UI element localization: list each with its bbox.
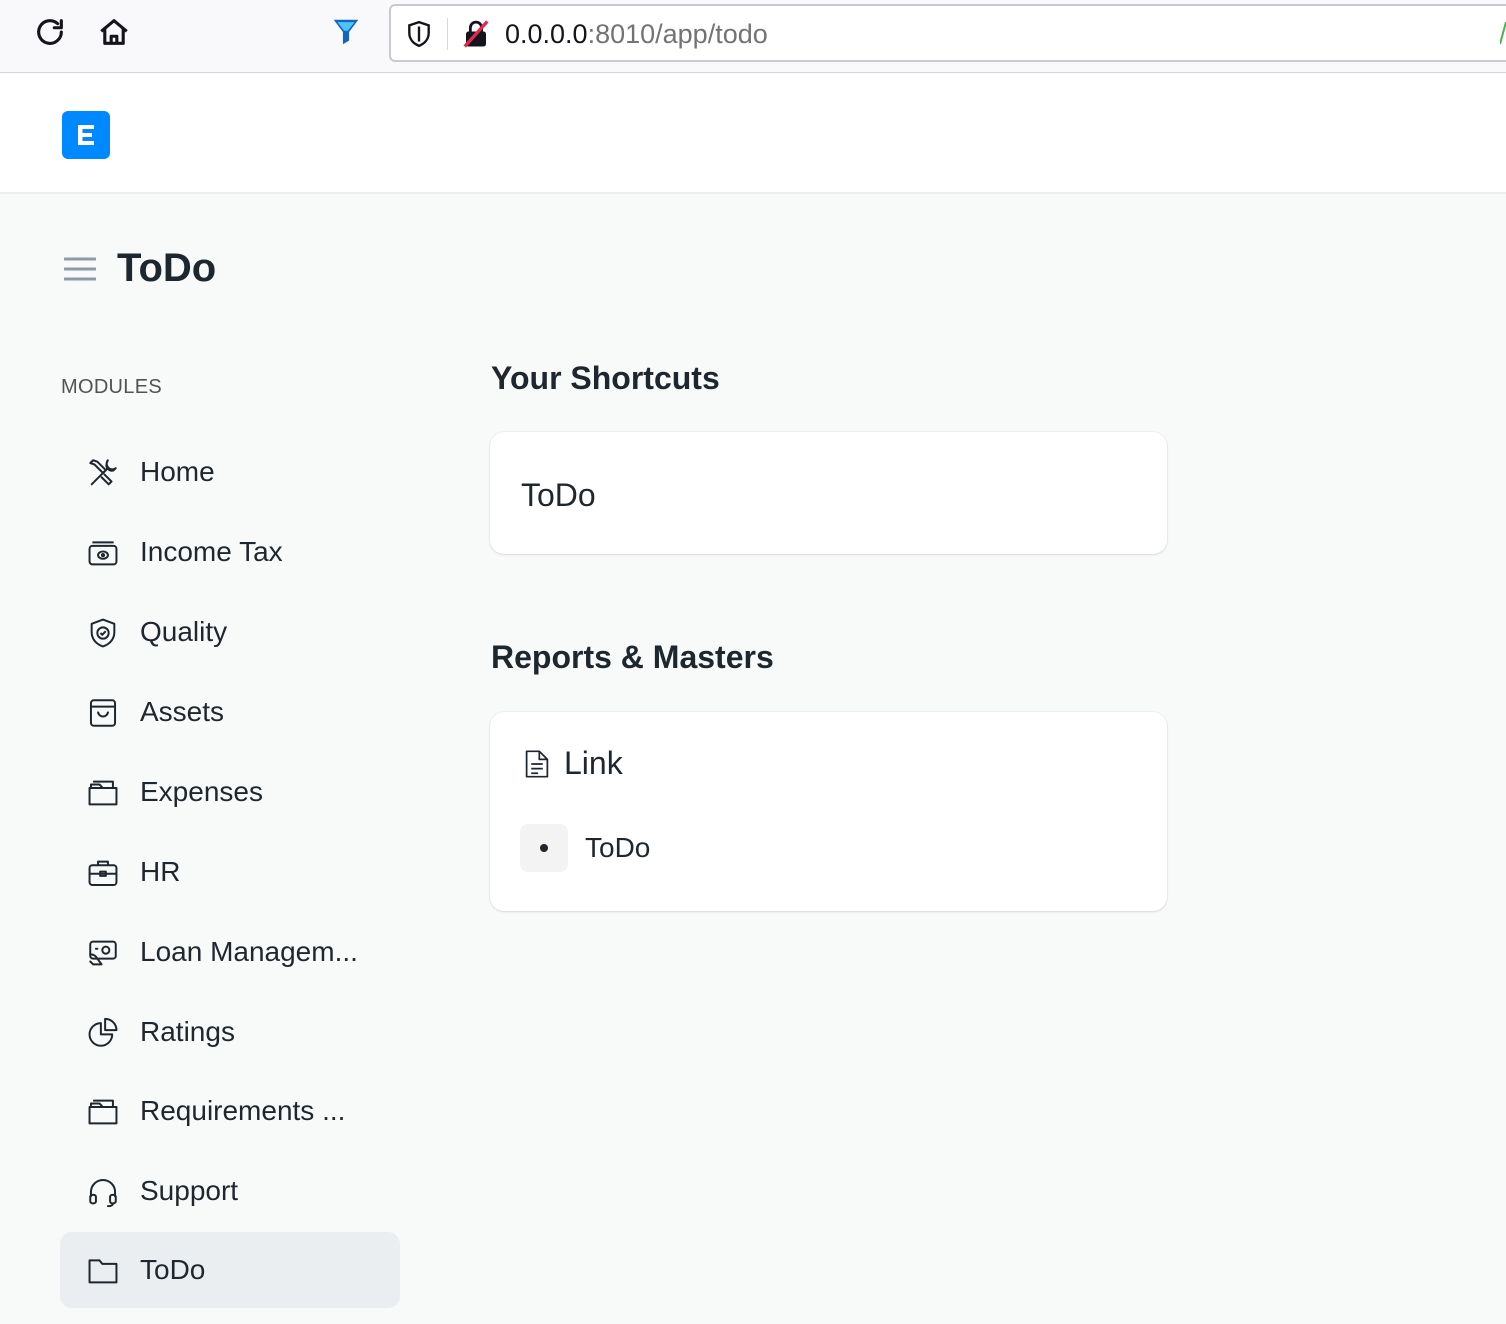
- extension-button[interactable]: [326, 12, 366, 52]
- sidebar-item-quality[interactable]: Quality: [60, 594, 400, 670]
- shortcut-card-todo[interactable]: ToDo: [490, 432, 1167, 554]
- folder-open-icon: [86, 776, 120, 810]
- sidebar-item-label: Requirements ...: [140, 1095, 346, 1126]
- browser-toolbar: 0.0.0.0:8010/app/todo: [0, 0, 1506, 73]
- link-card-title: Link: [564, 745, 623, 781]
- tools-icon: [86, 456, 120, 490]
- hand-money-icon: [86, 936, 120, 970]
- sidebar-item-label: Expenses: [140, 776, 263, 807]
- pie-chart-icon: [86, 1016, 120, 1050]
- shortcuts-section-title: Your Shortcuts: [491, 360, 720, 396]
- sidebar-item-home[interactable]: Home: [60, 434, 400, 510]
- sidebar-toggle-icon[interactable]: [64, 256, 96, 282]
- sidebar-item-expenses[interactable]: Expenses: [60, 754, 400, 830]
- sidebar-item-label: HR: [140, 856, 181, 887]
- app-logo[interactable]: [62, 111, 110, 159]
- sidebar-item-ratings[interactable]: Ratings: [60, 994, 400, 1070]
- bullet-icon: [520, 824, 568, 872]
- app-navbar: [0, 74, 1506, 194]
- sidebar-item-label: Support: [140, 1175, 239, 1206]
- sidebar-item-label: Ratings: [140, 1016, 235, 1047]
- page-title: ToDo: [117, 246, 217, 290]
- reload-icon: [37, 19, 63, 45]
- shield-check-icon: [86, 616, 120, 650]
- link-item-todo[interactable]: ToDo: [520, 824, 650, 872]
- sidebar-section-label: MODULES: [61, 376, 163, 398]
- briefcase-icon: [86, 856, 120, 890]
- reports-section-title: Reports & Masters: [491, 639, 774, 675]
- url-text[interactable]: 0.0.0.0:8010/app/todo: [505, 18, 768, 50]
- shopping-bag-icon: [86, 696, 120, 730]
- file-text-icon: [525, 750, 549, 778]
- link-card: Link ToDo: [490, 712, 1167, 911]
- sidebar-item-label: Assets: [140, 696, 225, 727]
- sidebar-item-loan-management[interactable]: Loan Managem...: [60, 914, 400, 990]
- sidebar-item-label: Income Tax: [140, 536, 283, 567]
- sidebar-item-label: Home: [140, 456, 215, 487]
- reload-button[interactable]: [30, 12, 70, 52]
- url-separator: [447, 18, 448, 50]
- sidebar-item-support[interactable]: Support: [60, 1153, 400, 1229]
- insecure-lock-icon[interactable]: [461, 19, 491, 49]
- link-item-label: ToDo: [585, 832, 651, 863]
- sidebar-item-requirements[interactable]: Requirements ...: [60, 1073, 400, 1149]
- page-action-icon[interactable]: [1500, 22, 1506, 44]
- folder-open-icon: [86, 1095, 120, 1129]
- folder-icon: [86, 1254, 120, 1288]
- sidebar-item-income-tax[interactable]: Income Tax: [60, 514, 400, 590]
- sidebar-item-todo[interactable]: ToDo: [60, 1232, 400, 1308]
- home-button[interactable]: [94, 12, 134, 52]
- headset-icon: [86, 1175, 120, 1209]
- url-bar[interactable]: 0.0.0.0:8010/app/todo: [389, 4, 1506, 62]
- tracking-shield-icon[interactable]: [405, 20, 433, 48]
- sidebar-item-assets[interactable]: Assets: [60, 674, 400, 750]
- money-icon: [86, 536, 120, 570]
- sidebar-item-hr[interactable]: HR: [60, 834, 400, 910]
- shortcut-label: ToDo: [521, 477, 596, 513]
- url-host: 0.0.0.0: [505, 19, 588, 49]
- funnel-extension-icon: [333, 19, 359, 45]
- url-path: :8010/app/todo: [587, 19, 768, 49]
- sidebar-item-label: Quality: [140, 616, 228, 647]
- home-icon: [100, 19, 128, 45]
- app-logo-icon: [78, 125, 94, 145]
- sidebar-item-label: ToDo: [140, 1254, 206, 1285]
- sidebar-item-label: Loan Managem...: [140, 936, 358, 967]
